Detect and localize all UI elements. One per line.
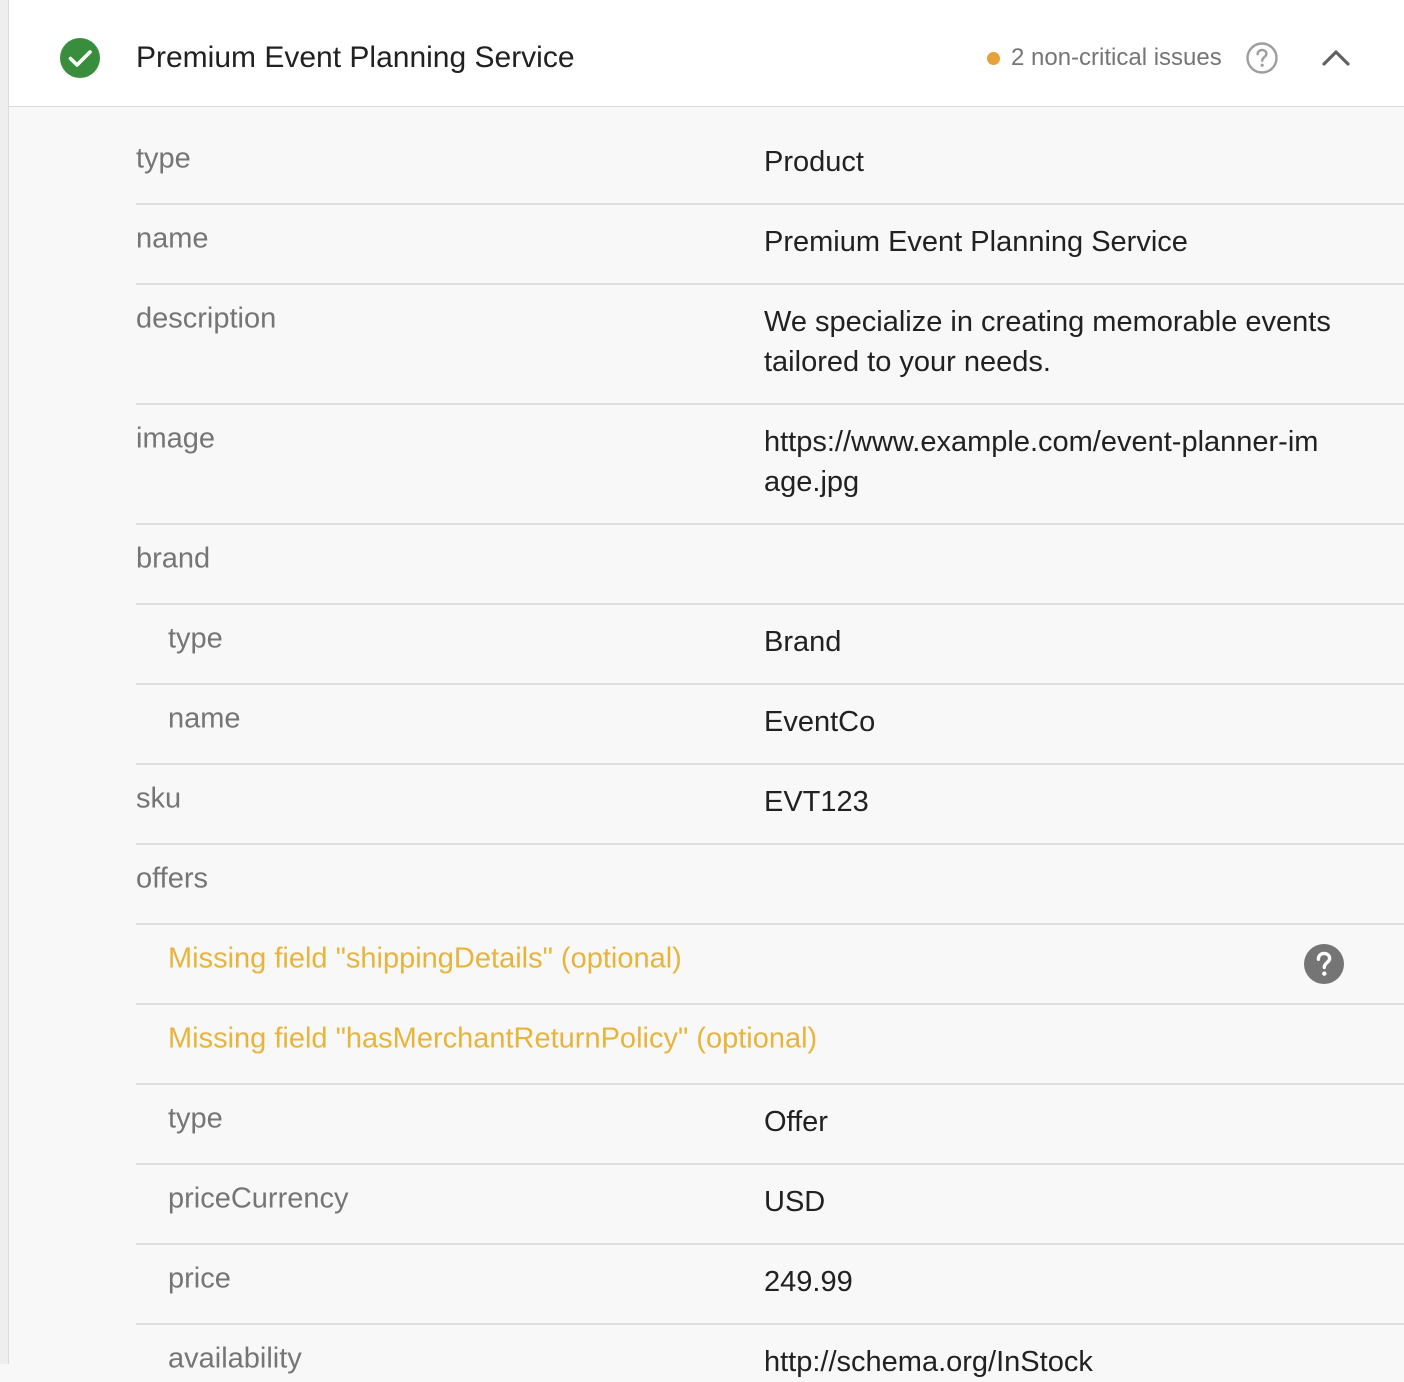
property-row: description We specialize in creating me… (136, 283, 1404, 405)
property-key: name (168, 702, 241, 735)
property-value: http://schema.org/InStock (764, 1346, 1093, 1378)
property-key: brand (136, 542, 211, 575)
property-value: Brand (764, 626, 842, 658)
property-key: name (136, 222, 209, 255)
property-row: image https://www.example.com/event-plan… (136, 403, 1404, 525)
property-value: Premium Event Planning Service (764, 226, 1188, 258)
property-row: sku EVT123 (136, 763, 1404, 845)
property-row: type Offer (136, 1083, 1404, 1165)
property-value: USD (764, 1186, 826, 1218)
property-key: priceCurrency (168, 1182, 349, 1215)
property-key: availability (168, 1342, 302, 1375)
help-outline-icon[interactable] (1245, 41, 1279, 75)
warning-message: Missing field "hasMerchantReturnPolicy" … (168, 1022, 818, 1055)
property-row: type Product (136, 123, 1404, 205)
property-value: EventCo (764, 706, 876, 738)
property-key: sku (136, 782, 182, 815)
property-row: availability http://schema.org/InStock (136, 1323, 1404, 1379)
result-header[interactable]: Premium Event Planning Service 2 non-cri… (9, 0, 1404, 107)
property-row: price 249.99 (136, 1243, 1404, 1325)
property-key: description (136, 302, 277, 335)
warning-dot-icon (987, 51, 1000, 65)
property-value: 249.99 (764, 1266, 853, 1298)
help-icon[interactable] (1303, 943, 1345, 985)
warning-message: Missing field "shippingDetails" (optiona… (168, 942, 682, 975)
property-key: offers (136, 862, 209, 895)
property-key: type (168, 622, 223, 655)
property-value: We specialize in creating memorable even… (764, 306, 1331, 378)
property-value: Offer (764, 1106, 828, 1138)
property-value: https://www.example.com/event-planner-im… (764, 426, 1319, 498)
property-row: priceCurrency USD (136, 1163, 1404, 1245)
property-key: price (168, 1262, 231, 1295)
property-key: image (136, 422, 215, 455)
property-value: Product (764, 146, 864, 178)
property-key: type (168, 1102, 223, 1135)
property-key: type (136, 142, 191, 175)
property-row: brand (136, 523, 1404, 605)
property-row: name EventCo (136, 683, 1404, 765)
property-row: name Premium Event Planning Service (136, 203, 1404, 285)
check-circle-icon (60, 38, 100, 78)
warning-row[interactable]: Missing field "shippingDetails" (optiona… (136, 923, 1404, 1005)
issues-count-text: 2 non-critical issues (1011, 44, 1222, 71)
property-row: offers (136, 843, 1404, 925)
chevron-up-icon[interactable] (1320, 43, 1352, 75)
issues-summary: 2 non-critical issues (987, 40, 1222, 76)
property-value: EVT123 (764, 786, 869, 818)
item-title: Premium Event Planning Service (136, 41, 575, 74)
property-row: type Brand (136, 603, 1404, 685)
warning-row[interactable]: Missing field "hasMerchantReturnPolicy" … (136, 1003, 1404, 1085)
left-panel-edge (0, 0, 9, 1364)
